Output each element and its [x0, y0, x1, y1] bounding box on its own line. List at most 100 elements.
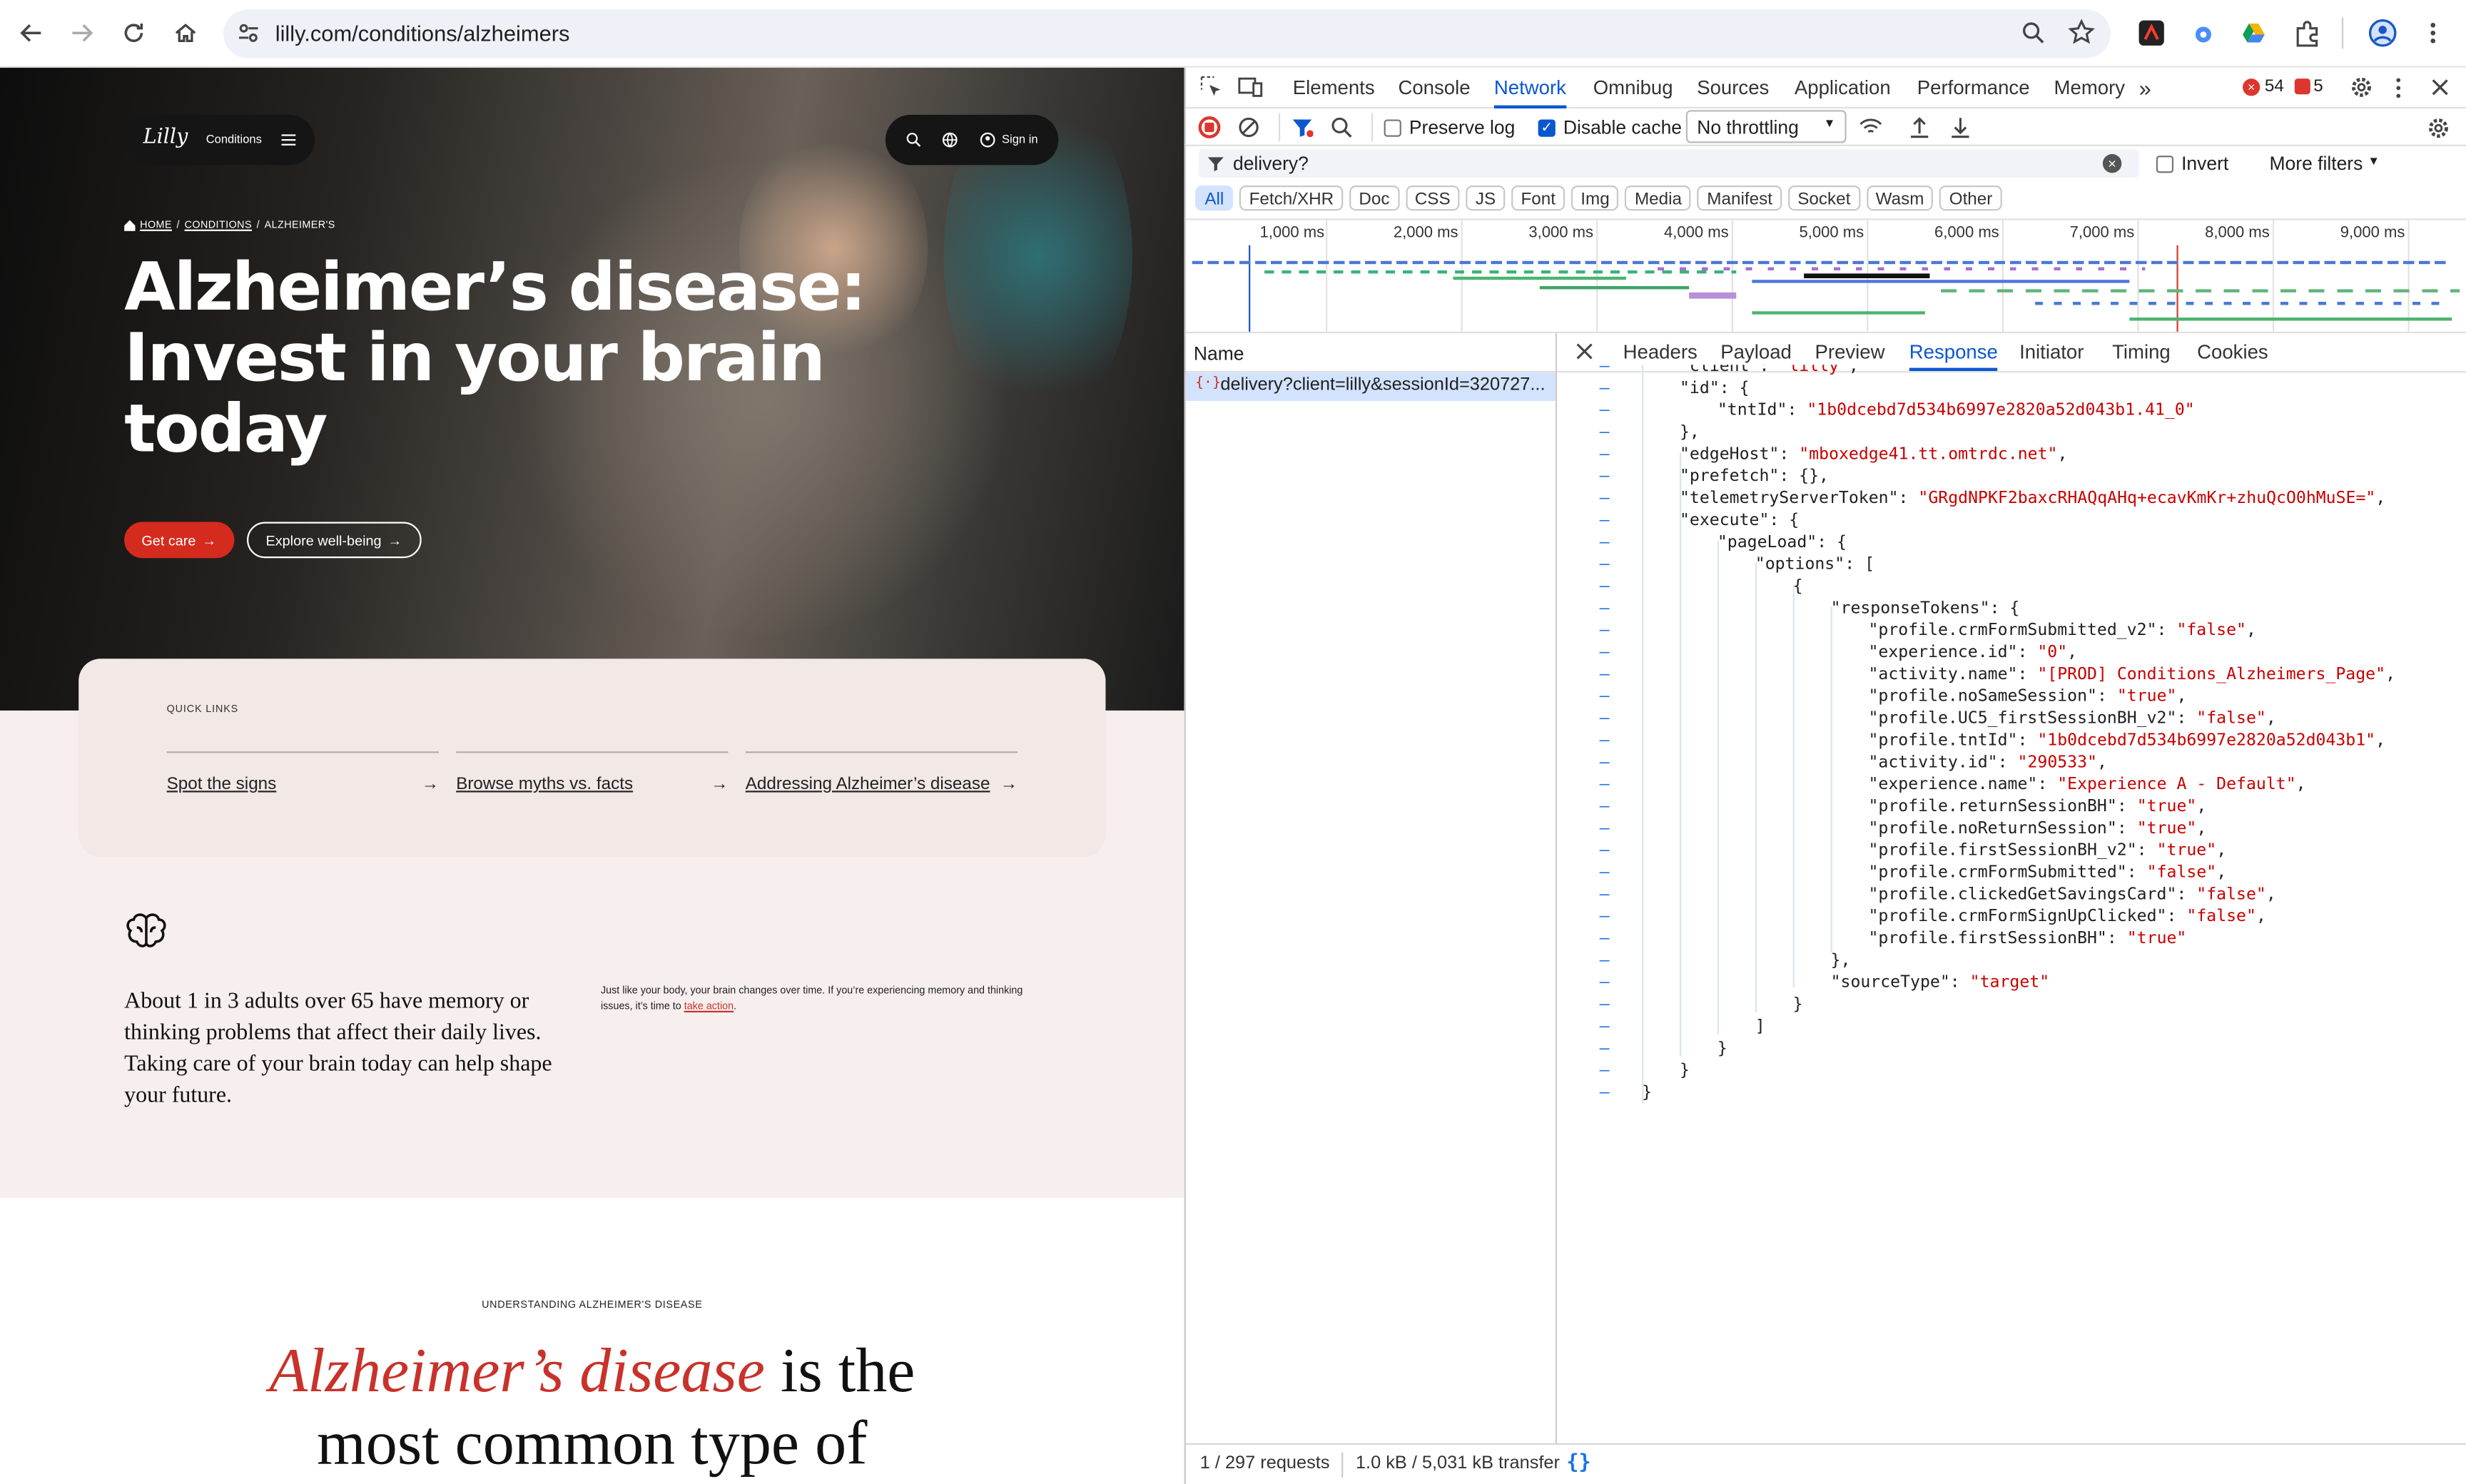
clear-filter-icon[interactable]: × [2102, 153, 2122, 173]
tab-application[interactable]: Application [1795, 68, 1891, 108]
response-line: – "edgeHost": "mboxedge41.tt.omtrdc.net", [1556, 443, 2466, 465]
get-care-button[interactable]: Get care → [124, 522, 234, 559]
transfer-size: 1.0 kB / 5,031 kB transfer [1355, 1454, 1560, 1473]
search-network-icon[interactable] [1331, 116, 1353, 138]
json-punct: , [2067, 643, 2078, 662]
quick-link-addressing[interactable]: Addressing Alzheimer’s disease → [745, 751, 1018, 794]
chip-wasm[interactable]: Wasm [1866, 186, 1934, 211]
close-details-icon[interactable] [1576, 342, 1593, 360]
chip-other[interactable]: Other [1939, 186, 2002, 211]
tab-sources[interactable]: Sources [1697, 68, 1769, 108]
clear-icon[interactable] [1238, 116, 1260, 138]
tab-omnibug[interactable]: Omnibug [1593, 68, 1673, 108]
chip-js[interactable]: JS [1466, 186, 1506, 211]
tab-memory[interactable]: Memory [2054, 68, 2126, 108]
record-icon[interactable] [1198, 116, 1221, 138]
hamburger-icon[interactable] [281, 133, 296, 146]
home-icon[interactable] [168, 16, 203, 50]
json-punct: } [1717, 1039, 1727, 1058]
preserve-log-checkbox[interactable] [1384, 119, 1401, 137]
inspect-icon[interactable] [1200, 76, 1224, 99]
more-tabs-icon[interactable]: » [2139, 68, 2151, 108]
disable-cache-checkbox[interactable]: ✓ [1538, 119, 1556, 137]
filter-input[interactable]: delivery? × [1198, 149, 2139, 178]
quick-link-spot-signs[interactable]: Spot the signs → [166, 751, 439, 794]
sign-in-link[interactable]: Sign in [1002, 132, 1038, 146]
forward-icon[interactable] [64, 16, 98, 50]
export-har-icon[interactable] [1950, 116, 1971, 138]
name-column-header[interactable]: Name [1194, 342, 1244, 365]
json-punct: , [2246, 621, 2256, 640]
json-value: "290533" [2017, 753, 2097, 772]
json-key: "activity.id" [1868, 753, 1998, 772]
chip-fetch-xhr[interactable]: Fetch/XHR [1239, 186, 1344, 211]
back-icon[interactable] [14, 16, 49, 50]
json-key: "id" [1679, 379, 1720, 398]
invert-checkbox[interactable] [2156, 156, 2174, 173]
quick-link-label: Browse myths vs. facts [456, 775, 634, 794]
quick-link-myths[interactable]: Browse myths vs. facts → [456, 751, 729, 794]
chip-all[interactable]: All [1195, 186, 1234, 211]
profile-icon[interactable] [2368, 19, 2397, 47]
extension-drive-icon[interactable] [2241, 21, 2266, 46]
device-toolbar-icon[interactable] [1238, 76, 1263, 99]
json-punct: , [2256, 907, 2266, 926]
network-overview[interactable]: 1,000 ms 2,000 ms 3,000 ms 4,000 ms 5,00… [1185, 218, 2466, 334]
search-icon[interactable] [906, 132, 922, 148]
reload-icon[interactable] [116, 16, 151, 50]
import-har-icon[interactable] [1909, 116, 1930, 138]
kebab-menu-icon[interactable] [2394, 77, 2403, 99]
filter-funnel-icon[interactable] [1292, 116, 1314, 138]
json-punct: , [2196, 797, 2207, 816]
warning-count[interactable]: 5 [2313, 77, 2323, 96]
tab-performance[interactable]: Performance [1917, 68, 2030, 108]
response-line: – "activity.name": "[PROD] Conditions_Alz… [1556, 664, 2466, 686]
address-bar[interactable]: lilly.com/conditions/alzheimers [223, 9, 2111, 59]
response-body[interactable]: – "client": "lilly", – "id": {– "tntId": "1b… [1556, 365, 2466, 1457]
chip-img[interactable]: Img [1571, 186, 1619, 211]
chip-doc[interactable]: Doc [1349, 186, 1399, 211]
request-row[interactable]: {·} delivery?client=lilly&sessionId=3207… [1185, 372, 1556, 401]
tab-elements[interactable]: Elements [1293, 68, 1375, 108]
invert-label[interactable]: Invert [2181, 153, 2228, 175]
network-conditions-icon[interactable] [1859, 116, 1882, 138]
json-key: "telemetryServerToken" [1679, 489, 1899, 508]
preserve-log-label[interactable]: Preserve log [1409, 116, 1516, 138]
breadcrumb-conditions[interactable]: CONDITIONS [185, 220, 252, 230]
nav-conditions[interactable]: Conditions [206, 132, 262, 146]
issue-icon [2294, 78, 2310, 95]
chip-media[interactable]: Media [1625, 186, 1692, 211]
zoom-icon[interactable] [2021, 21, 2046, 46]
network-settings-icon[interactable] [2427, 116, 2450, 140]
extension-blue-icon[interactable] [2191, 21, 2216, 46]
tab-network[interactable]: Network [1493, 68, 1566, 109]
explore-wellbeing-button[interactable]: Explore well-being → [247, 522, 421, 559]
response-line-text: "profile.clickedGetSavingsCard": "false"… [1868, 885, 2276, 904]
site-info-icon[interactable] [236, 21, 261, 46]
timeline-tick: 8,000 ms [2205, 225, 2270, 243]
lilly-logo[interactable]: Lilly [143, 126, 188, 149]
tab-console[interactable]: Console [1398, 68, 1470, 108]
url-text[interactable]: lilly.com/conditions/alzheimers [275, 21, 570, 46]
throttle-select[interactable]: No throttling ▾ [1685, 110, 1847, 143]
breadcrumb-home[interactable]: HOME [140, 220, 172, 230]
extensions-icon[interactable] [2293, 19, 2322, 47]
menu-icon[interactable] [2424, 21, 2442, 46]
close-devtools-icon[interactable] [2430, 77, 2450, 98]
disable-cache-label[interactable]: Disable cache [1563, 116, 1682, 138]
chip-font[interactable]: Font [1511, 186, 1566, 211]
json-key: "profile.firstSessionBH" [1868, 929, 2107, 948]
globe-icon[interactable] [942, 132, 958, 148]
extension-acrobat-icon[interactable] [2138, 20, 2164, 46]
error-count[interactable]: 54 [2265, 77, 2284, 96]
response-line-text: } [1642, 1082, 1652, 1104]
chip-css[interactable]: CSS [1405, 186, 1460, 211]
bookmark-star-icon[interactable] [2068, 19, 2095, 45]
response-line-text: "profile.crmFormSubmitted": "false", [1868, 863, 2227, 883]
settings-gear-icon[interactable] [2350, 76, 2373, 99]
chip-socket[interactable]: Socket [1787, 186, 1860, 211]
pretty-print-icon[interactable]: {} [1566, 1451, 1591, 1475]
take-action-link[interactable]: take action [684, 1002, 734, 1012]
chip-manifest[interactable]: Manifest [1698, 186, 1782, 211]
more-filters-button[interactable]: More filters [2270, 153, 2363, 175]
